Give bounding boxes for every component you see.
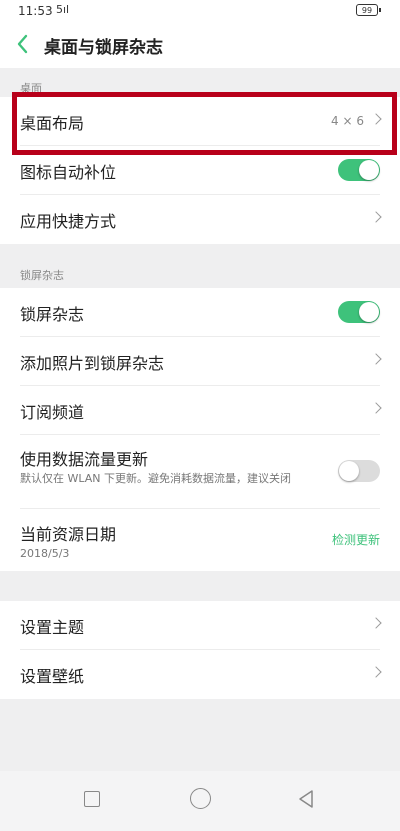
section-label-lockscreen: 锁屏杂志 (20, 269, 64, 282)
lockscreen-magazine-label: 锁屏杂志 (20, 305, 85, 324)
home-icon[interactable] (190, 788, 211, 809)
appearance-settings-group: 设置主题 设置壁纸 (0, 601, 400, 699)
header: 桌面与锁屏杂志 (0, 22, 400, 68)
lockscreen-magazine-row: 锁屏杂志 (0, 288, 400, 337)
chevron-right-icon (370, 402, 382, 414)
status-time: 11:53 (18, 4, 53, 18)
add-photos-row[interactable]: 添加照片到锁屏杂志 (0, 337, 400, 386)
set-wallpaper-row[interactable]: 设置壁纸 (0, 650, 400, 699)
lockscreen-magazine-toggle[interactable] (338, 301, 380, 323)
app-shortcuts-label: 应用快捷方式 (20, 212, 117, 231)
back-triangle-icon[interactable] (298, 789, 314, 809)
icon-auto-fill-label: 图标自动补位 (20, 163, 117, 182)
subscribe-channels-label: 订阅频道 (20, 403, 85, 422)
recent-apps-icon[interactable] (84, 791, 100, 807)
mobile-data-update-label: 使用数据流量更新 (20, 450, 149, 469)
subscribe-channels-row[interactable]: 订阅频道 (0, 386, 400, 435)
mobile-data-update-description: 默认仅在 WLAN 下更新。避免消耗数据流量，建议关闭 (20, 472, 292, 485)
set-wallpaper-label: 设置壁纸 (20, 667, 85, 686)
highlight-box (12, 92, 397, 155)
page-title: 桌面与锁屏杂志 (44, 38, 163, 58)
chevron-right-icon (370, 353, 382, 365)
add-photos-label: 添加照片到锁屏杂志 (20, 354, 165, 373)
navigation-bar (0, 771, 400, 831)
chevron-right-icon (370, 617, 382, 629)
resource-date-value: 2018/5/3 (20, 547, 70, 560)
icon-auto-fill-toggle[interactable] (338, 159, 380, 181)
resource-date-row: 当前资源日期 2018/5/3 检测更新 (0, 509, 400, 571)
set-theme-row[interactable]: 设置主题 (0, 601, 400, 650)
set-theme-label: 设置主题 (20, 618, 85, 637)
chevron-right-icon (370, 211, 382, 223)
signal-icon: 5ıl (56, 3, 70, 16)
mobile-data-update-toggle[interactable] (338, 460, 380, 482)
battery-icon: 99 (356, 4, 381, 16)
chevron-right-icon (370, 666, 382, 678)
resource-date-label: 当前资源日期 (20, 525, 117, 544)
status-bar: 11:53 5ıl 99 (0, 0, 400, 22)
lockscreen-settings-group: 锁屏杂志 添加照片到锁屏杂志 订阅频道 使用数据流量更新 默认仅在 WLAN 下… (0, 288, 400, 571)
mobile-data-update-row: 使用数据流量更新 默认仅在 WLAN 下更新。避免消耗数据流量，建议关闭 (0, 435, 400, 509)
toggle-knob (359, 302, 379, 322)
check-update-link[interactable]: 检测更新 (332, 531, 380, 548)
toggle-knob (359, 160, 379, 180)
app-shortcuts-row[interactable]: 应用快捷方式 (0, 195, 400, 244)
back-arrow-icon[interactable] (14, 32, 34, 56)
toggle-knob (339, 461, 359, 481)
